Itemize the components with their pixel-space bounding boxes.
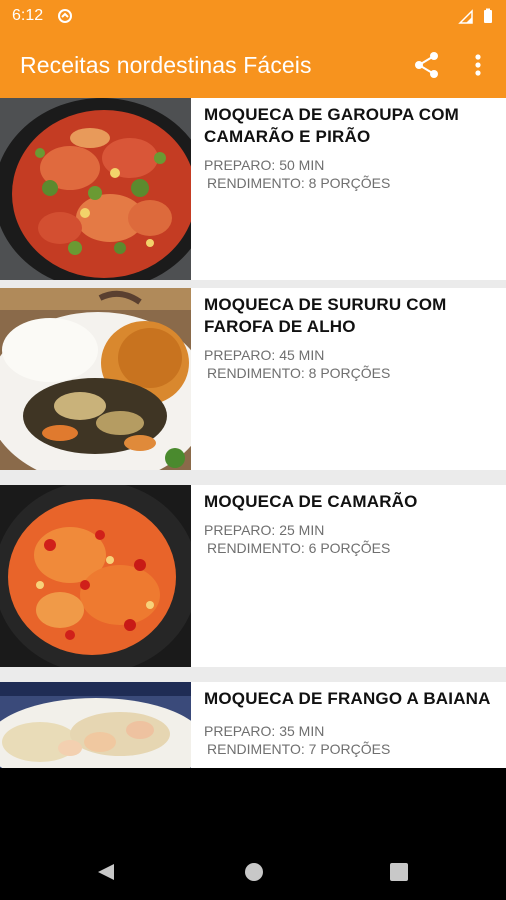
recipe-list[interactable]: MOQUECA DE GAROUPA COM CAMARÃO E PIRÃO P… <box>0 98 506 768</box>
recipe-card[interactable]: MOQUECA DE GAROUPA COM CAMARÃO E PIRÃO P… <box>0 98 506 280</box>
recipe-prep-time: PREPARO: 35 MIN <box>204 723 325 739</box>
recipe-card[interactable]: MOQUECA DE SURURU COM FAROFA DE ALHO PRE… <box>0 288 506 470</box>
recipe-thumbnail <box>0 288 191 470</box>
recipe-yield: RENDIMENTO: 6 PORÇÕES <box>207 540 391 556</box>
more-vert-icon[interactable] <box>466 50 490 80</box>
status-bar: 6:12 <box>0 0 506 32</box>
recipe-thumbnail <box>0 98 191 280</box>
app-bar: Receitas nordestinas Fáceis <box>0 32 506 98</box>
recipe-card[interactable]: MOQUECA DE CAMARÃO PREPARO: 25 MIN RENDI… <box>0 485 506 667</box>
status-time: 6:12 <box>12 7 44 24</box>
share-icon[interactable] <box>412 50 442 80</box>
recipe-yield: RENDIMENTO: 8 PORÇÕES <box>207 175 391 191</box>
navigation-bar <box>0 830 506 900</box>
recipe-yield: RENDIMENTO: 7 PORÇÕES <box>207 741 391 757</box>
back-icon[interactable] <box>96 862 116 882</box>
recipe-card[interactable]: MOQUECA DE FRANGO A BAIANA PREPARO: 35 M… <box>0 682 506 768</box>
recipe-thumbnail <box>0 485 191 667</box>
recipe-thumbnail <box>0 682 191 768</box>
data-saver-icon <box>58 9 72 23</box>
signal-battery-icons <box>458 8 492 24</box>
recipe-title: MOQUECA DE SURURU COM FAROFA DE ALHO <box>204 295 447 336</box>
recipe-title: MOQUECA DE GAROUPA COM CAMARÃO E PIRÃO <box>204 105 459 146</box>
app-title: Receitas nordestinas Fáceis <box>20 52 312 78</box>
recents-icon[interactable] <box>390 863 408 881</box>
recipe-prep-time: PREPARO: 50 MIN <box>204 157 325 173</box>
recipe-title: MOQUECA DE CAMARÃO <box>204 492 418 511</box>
recipe-prep-time: PREPARO: 45 MIN <box>204 347 325 363</box>
recipe-yield: RENDIMENTO: 8 PORÇÕES <box>207 365 391 381</box>
home-icon[interactable] <box>244 862 264 882</box>
recipe-prep-time: PREPARO: 25 MIN <box>204 522 325 538</box>
recipe-title: MOQUECA DE FRANGO A BAIANA <box>204 689 491 708</box>
